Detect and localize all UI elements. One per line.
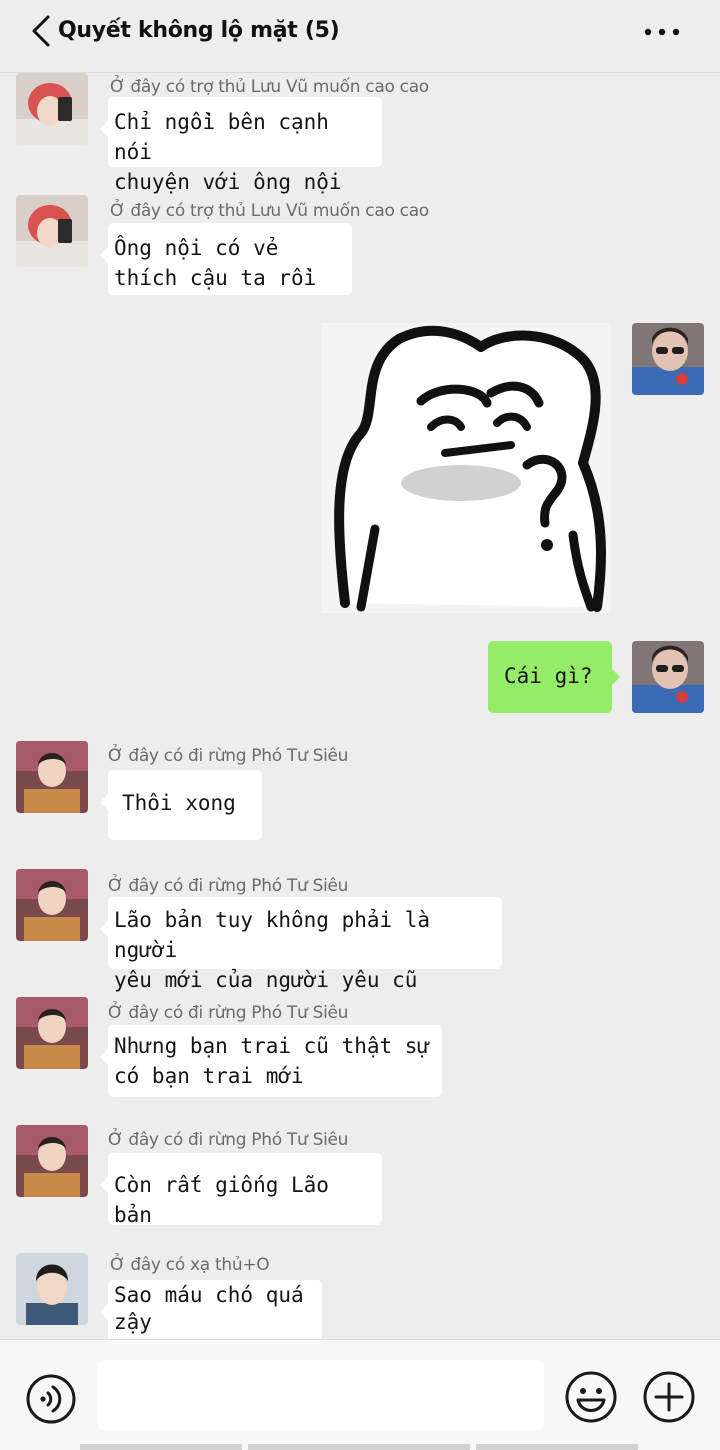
message-input[interactable] — [98, 1360, 544, 1430]
avatar[interactable] — [16, 741, 88, 813]
keyboard-strip — [476, 1444, 638, 1450]
voice-icon[interactable] — [25, 1373, 77, 1425]
message-bubble[interactable]: Nhưng bạn trai cũ thật sự có bạn trai mớ… — [100, 1025, 442, 1097]
keyboard-strip — [80, 1444, 242, 1450]
message-bubble[interactable]: Sao máu chó quá zậy — [100, 1280, 322, 1339]
chat-title: Quyết không lộ mặt (5) — [58, 18, 340, 43]
sender-name: Ở đây có đi rừng Phó Tư Siêu — [108, 876, 349, 896]
message-bubble-self[interactable]: Cái gì? — [488, 641, 620, 713]
sender-name: Ở đây có đi rừng Phó Tư Siêu — [108, 746, 349, 766]
message-bubble[interactable]: Chỉ ngồi bên cạnh nói chuyện với ông nội — [100, 97, 382, 194]
avatar[interactable] — [16, 869, 88, 941]
avatar[interactable] — [16, 1253, 88, 1325]
back-icon[interactable] — [30, 14, 52, 48]
message-bubble[interactable]: Lão bản tuy không phải là người yêu mới … — [100, 897, 502, 992]
message-list[interactable]: Ở đây có trợ thủ Lưu Vũ muốn cao cao Chỉ… — [0, 73, 720, 1339]
chat-header: Quyết không lộ mặt (5) — [0, 0, 720, 73]
self-avatar[interactable] — [632, 641, 704, 713]
message-bubble[interactable]: Ông nội có vẻ thích cậu ta rồi — [100, 223, 352, 295]
more-icon[interactable] — [640, 22, 684, 42]
sender-name: Ở đây có đi rừng Phó Tư Siêu — [108, 1130, 349, 1150]
avatar[interactable] — [16, 73, 88, 145]
avatar[interactable] — [16, 997, 88, 1069]
sender-name: Ở đây có xạ thủ+O — [110, 1255, 270, 1275]
plus-icon[interactable] — [642, 1370, 696, 1424]
avatar[interactable] — [16, 1125, 88, 1197]
sticker-image[interactable] — [321, 323, 611, 613]
sender-name: Ở đây có trợ thủ Lưu Vũ muốn cao cao — [110, 201, 429, 221]
avatar[interactable] — [16, 195, 88, 267]
message-bubble[interactable]: Còn rất giống Lão bản — [100, 1153, 382, 1227]
emoji-icon[interactable] — [564, 1370, 618, 1424]
message-bubble[interactable]: Thôi xong — [100, 770, 262, 840]
sender-name: Ở đây có trợ thủ Lưu Vũ muốn cao cao — [110, 77, 429, 97]
input-bar — [0, 1339, 720, 1450]
self-avatar[interactable] — [632, 323, 704, 395]
keyboard-strip — [248, 1444, 470, 1450]
sender-name: Ở đây có đi rừng Phó Tư Siêu — [108, 1003, 349, 1023]
